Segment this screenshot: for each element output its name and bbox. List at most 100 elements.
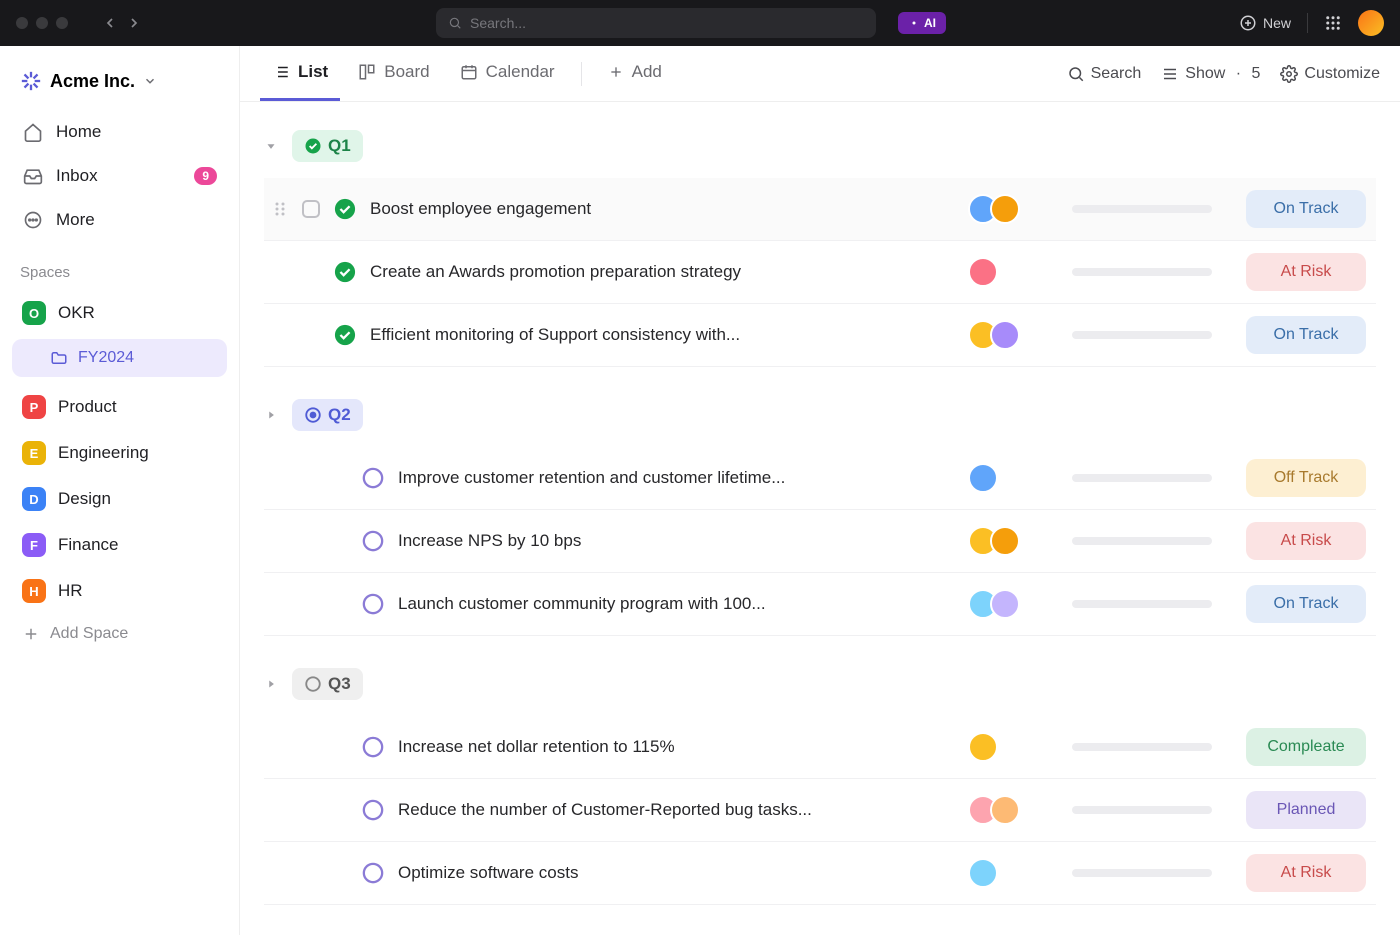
task-title[interactable]: Efficient monitoring of Support consiste… [370, 325, 954, 345]
group-chip[interactable]: Q2 [292, 399, 363, 431]
status-pill[interactable]: Compleate [1246, 728, 1366, 766]
status-pill[interactable]: On Track [1246, 585, 1366, 623]
task-row[interactable]: Increase NPS by 10 bps At Risk [264, 510, 1376, 573]
task-title[interactable]: Boost employee engagement [370, 199, 954, 219]
window-controls[interactable] [16, 17, 68, 29]
space-finance[interactable]: F Finance [12, 523, 227, 567]
group-chip[interactable]: Q3 [292, 668, 363, 700]
space-product[interactable]: P Product [12, 385, 227, 429]
task-status-icon[interactable] [334, 324, 356, 346]
drag-handle-icon[interactable] [274, 201, 288, 217]
space-hr[interactable]: H HR [12, 569, 227, 613]
progress-bar[interactable] [1072, 600, 1212, 608]
task-row[interactable]: Improve customer retention and customer … [264, 447, 1376, 510]
assignee-avatar[interactable] [968, 463, 998, 493]
add-space-button[interactable]: Add Space [12, 615, 227, 653]
global-search[interactable]: Search... [436, 8, 876, 38]
list-area: Q1 Boost employee engagement On Track Creat… [240, 102, 1400, 935]
group-toggle[interactable] [264, 677, 282, 691]
search-button[interactable]: Search [1067, 65, 1142, 83]
ai-button[interactable]: AI [898, 12, 946, 34]
status-pill[interactable]: At Risk [1246, 253, 1366, 291]
show-button[interactable]: Show · 5 [1161, 65, 1260, 83]
progress-bar[interactable] [1072, 806, 1212, 814]
group-chip[interactable]: Q1 [292, 130, 363, 162]
view-tab-board[interactable]: Board [346, 46, 441, 101]
new-button[interactable]: New [1239, 14, 1291, 32]
task-status-icon[interactable] [362, 736, 384, 758]
space-engineering[interactable]: E Engineering [12, 431, 227, 475]
task-title[interactable]: Optimize software costs [398, 863, 954, 883]
customize-button[interactable]: Customize [1280, 65, 1380, 83]
status-pill[interactable]: Off Track [1246, 459, 1366, 497]
assignees [968, 732, 1058, 762]
task-title[interactable]: Increase NPS by 10 bps [398, 531, 954, 551]
status-pill[interactable]: On Track [1246, 316, 1366, 354]
task-status-icon[interactable] [334, 198, 356, 220]
sparkle-icon [908, 17, 920, 29]
task-title[interactable]: Increase net dollar retention to 115% [398, 737, 954, 757]
task-row[interactable]: Efficient monitoring of Support consiste… [264, 304, 1376, 367]
status-pill[interactable]: Planned [1246, 791, 1366, 829]
task-row[interactable]: Optimize software costs At Risk [264, 842, 1376, 905]
plus-icon [608, 64, 624, 80]
assignee-avatar[interactable] [968, 732, 998, 762]
nav-back-icon[interactable] [102, 15, 118, 31]
task-title[interactable]: Create an Awards promotion preparation s… [370, 262, 954, 282]
plus-circle-icon [1239, 14, 1257, 32]
add-view-button[interactable]: Add [596, 46, 674, 101]
nav-home[interactable]: Home [12, 112, 227, 152]
assignee-avatar[interactable] [990, 526, 1020, 556]
space-okr[interactable]: O OKR [12, 291, 227, 335]
task-row[interactable]: Increase net dollar retention to 115% Com… [264, 716, 1376, 779]
status-pill[interactable]: At Risk [1246, 522, 1366, 560]
plus-icon [22, 625, 40, 643]
group-toggle[interactable] [264, 139, 282, 153]
assignee-avatar[interactable] [990, 795, 1020, 825]
task-status-icon[interactable] [362, 593, 384, 615]
task-row[interactable]: Reduce the number of Customer-Reported b… [264, 779, 1376, 842]
status-pill[interactable]: At Risk [1246, 854, 1366, 892]
view-tab-calendar[interactable]: Calendar [448, 46, 567, 101]
search-icon [1067, 65, 1085, 83]
progress-bar[interactable] [1072, 537, 1212, 545]
space-design[interactable]: D Design [12, 477, 227, 521]
progress-bar[interactable] [1072, 474, 1212, 482]
group-toggle[interactable] [264, 408, 282, 422]
assignee-avatar[interactable] [968, 858, 998, 888]
task-row[interactable]: Boost employee engagement On Track [264, 178, 1376, 241]
progress-bar[interactable] [1072, 268, 1212, 276]
progress-bar[interactable] [1072, 205, 1212, 213]
task-row[interactable]: Launch customer community program with 1… [264, 573, 1376, 636]
status-pill[interactable]: On Track [1246, 190, 1366, 228]
workspace-switcher[interactable]: Acme Inc. [12, 62, 227, 100]
space-icon: E [22, 441, 46, 465]
task-title[interactable]: Launch customer community program with 1… [398, 594, 954, 614]
titlebar: Search... AI New [0, 0, 1400, 46]
inbox-icon [23, 166, 43, 186]
assignee-avatar[interactable] [968, 257, 998, 287]
task-status-icon[interactable] [334, 261, 356, 283]
nav-more[interactable]: More [12, 200, 227, 240]
progress-bar[interactable] [1072, 331, 1212, 339]
folder-fy2024[interactable]: FY2024 [12, 339, 227, 377]
task-status-icon[interactable] [362, 467, 384, 489]
progress-bar[interactable] [1072, 869, 1212, 877]
task-checkbox[interactable] [302, 200, 320, 218]
progress-bar[interactable] [1072, 743, 1212, 751]
workspace-logo-icon [20, 70, 42, 92]
task-title[interactable]: Improve customer retention and customer … [398, 468, 954, 488]
view-tab-list[interactable]: List [260, 46, 340, 101]
nav-forward-icon[interactable] [126, 15, 142, 31]
apps-icon[interactable] [1324, 14, 1342, 32]
assignee-avatar[interactable] [990, 194, 1020, 224]
assignee-avatar[interactable] [990, 320, 1020, 350]
task-status-icon[interactable] [362, 530, 384, 552]
task-title[interactable]: Reduce the number of Customer-Reported b… [398, 800, 954, 820]
assignee-avatar[interactable] [990, 589, 1020, 619]
nav-inbox[interactable]: Inbox 9 [12, 156, 227, 196]
task-status-icon[interactable] [362, 862, 384, 884]
task-row[interactable]: Create an Awards promotion preparation s… [264, 241, 1376, 304]
task-status-icon[interactable] [362, 799, 384, 821]
user-avatar[interactable] [1358, 10, 1384, 36]
